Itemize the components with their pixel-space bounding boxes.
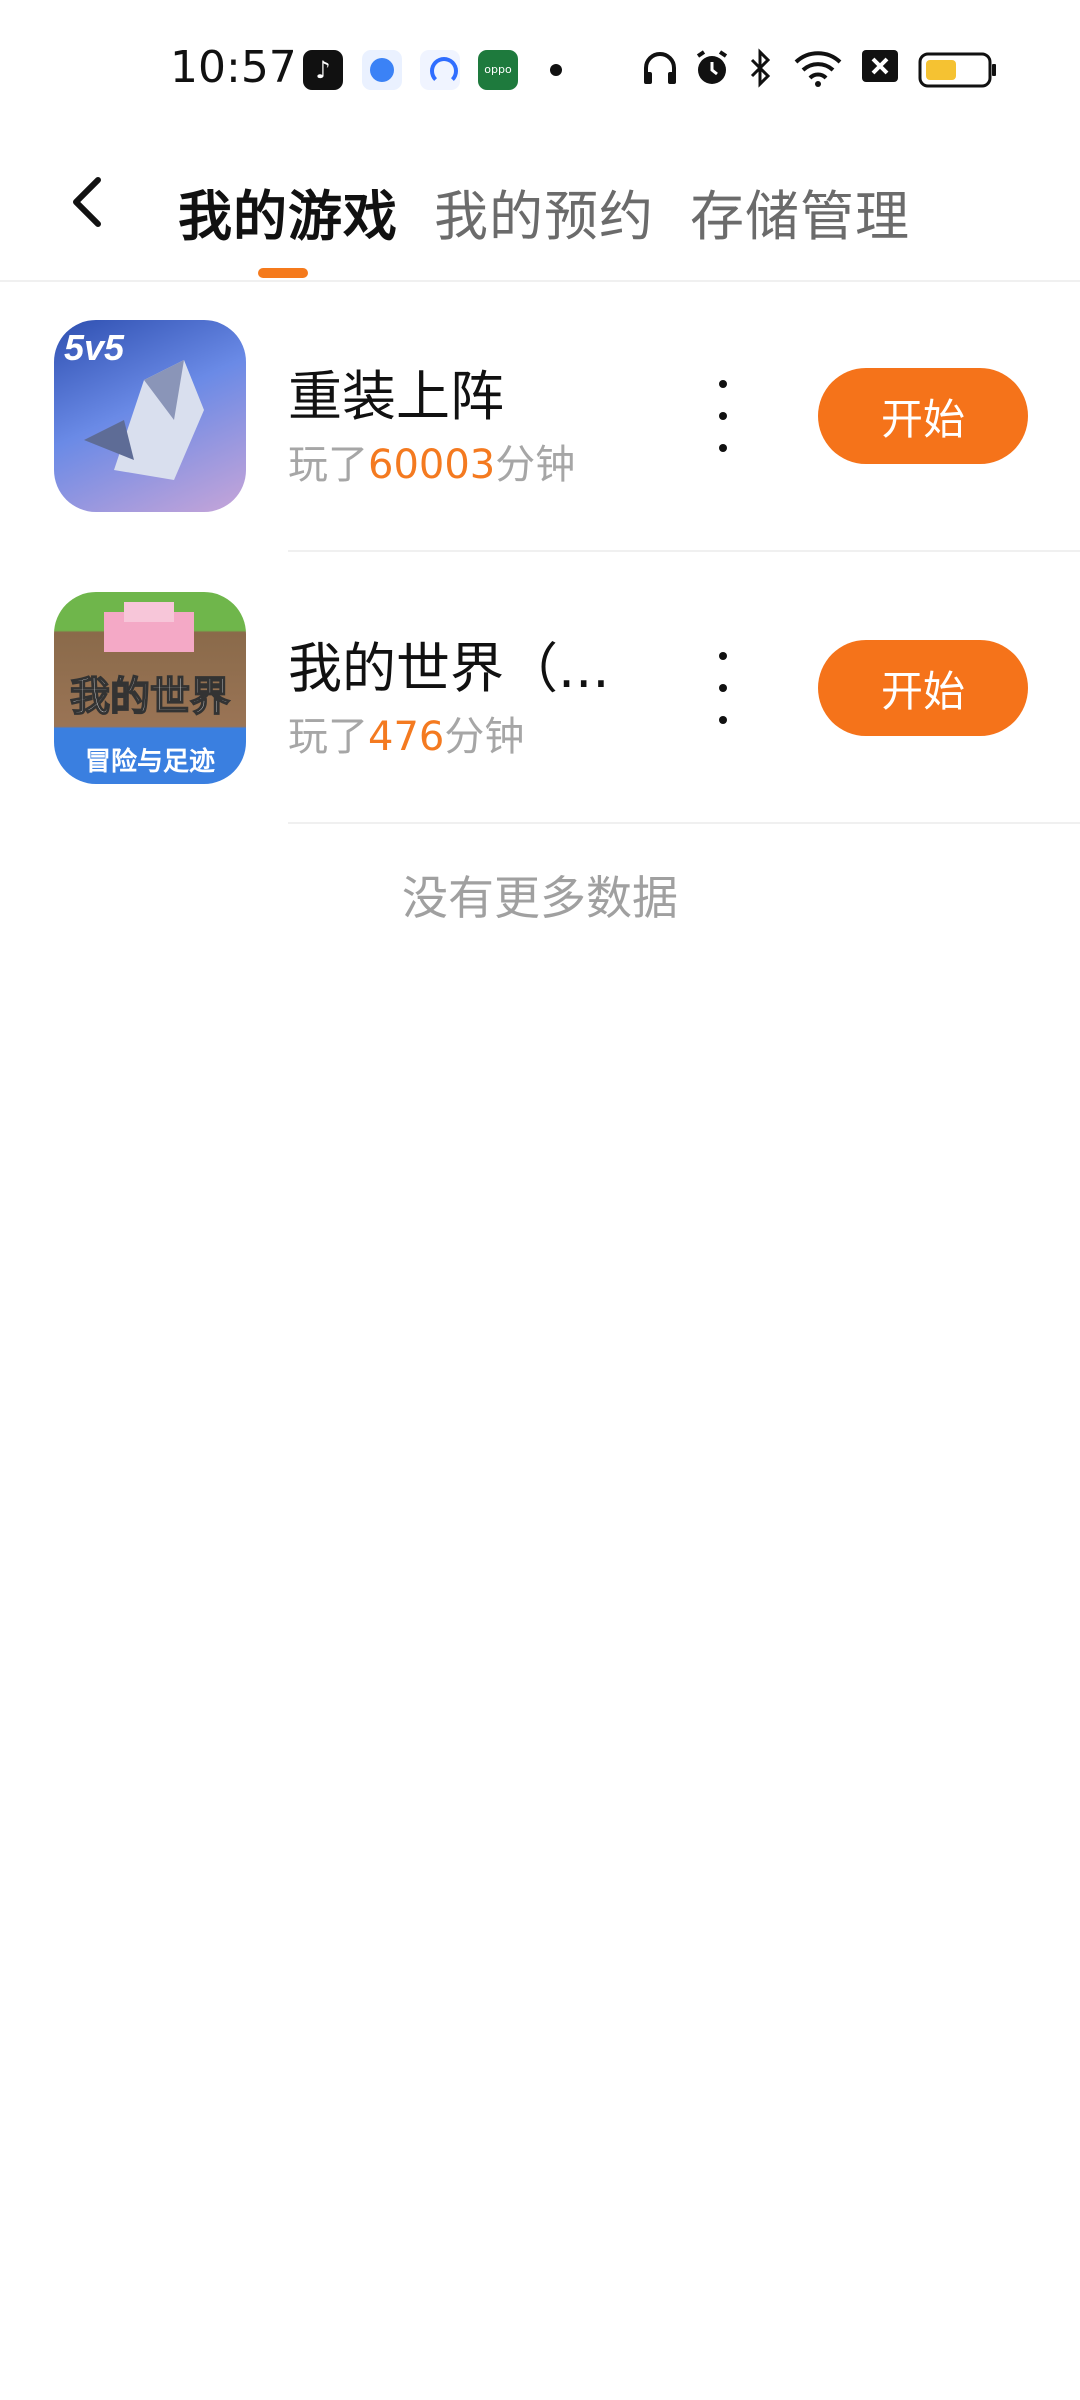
more-options-icon[interactable] [708, 376, 738, 456]
start-button[interactable]: 开始 [818, 368, 1028, 464]
back-arrow-icon[interactable] [60, 172, 120, 232]
blue-app-icon [362, 50, 402, 90]
alarm-icon [696, 50, 728, 84]
play-time-value: 60003 [368, 442, 496, 488]
game-list-item[interactable]: 5v5 重装上阵 玩了60003分钟 开始 [0, 280, 1080, 552]
game-title: 我的世界（... [288, 637, 610, 700]
game-icon-mech[interactable]: 5v5 [54, 320, 246, 512]
battery-icon [918, 52, 996, 88]
active-tab-indicator [258, 268, 308, 278]
oppo-icon: oppo [478, 50, 518, 90]
headphones-icon [644, 52, 676, 84]
game-icon-subtext: 冒险与足迹 [85, 746, 215, 776]
status-time: 10:57 [170, 42, 297, 93]
game-title: 重装上阵 [288, 365, 504, 428]
lock-app-icon [420, 50, 460, 90]
game-icon-text: 我的世界 [70, 675, 230, 719]
minecraft-game-art-icon: 我的世界 冒险与足迹 [69, 602, 231, 776]
more-options-icon[interactable] [708, 648, 738, 728]
row-divider [288, 822, 1080, 824]
game-list-item[interactable]: 我的世界 冒险与足迹 我的世界（... 玩了476分钟 开始 [0, 552, 1080, 824]
play-time-suffix: 分钟 [444, 714, 525, 760]
play-time-prefix: 玩了 [288, 442, 368, 488]
start-button[interactable]: 开始 [818, 640, 1028, 736]
bluetooth-icon [750, 48, 771, 88]
wifi-icon [794, 51, 842, 87]
play-time-prefix: 玩了 [288, 714, 368, 760]
play-time: 玩了476分钟 [288, 704, 524, 762]
tiktok-icon: ♪ [303, 50, 343, 90]
play-time-suffix: 分钟 [495, 442, 576, 488]
status-bar: 10:57 ♪ oppo [0, 0, 1080, 140]
no-more-data-text: 没有更多数据 [402, 871, 678, 925]
play-time: 玩了60003分钟 [288, 432, 575, 490]
play-time-value: 476 [368, 714, 445, 760]
tab-my-games[interactable]: 我的游戏 [178, 172, 398, 251]
tab-my-reservations[interactable]: 我的预约 [434, 172, 654, 251]
top-nav: 我的游戏 我的预约 存储管理 [0, 140, 1080, 282]
mech-game-art-icon: 5v5 [64, 327, 204, 480]
tab-storage-management[interactable]: 存储管理 [690, 172, 910, 251]
sim-off-icon [862, 50, 898, 82]
game-icon-text: 5v5 [64, 327, 125, 368]
notification-dot-icon [550, 64, 562, 76]
game-icon-minecraft[interactable]: 我的世界 冒险与足迹 [54, 592, 246, 784]
